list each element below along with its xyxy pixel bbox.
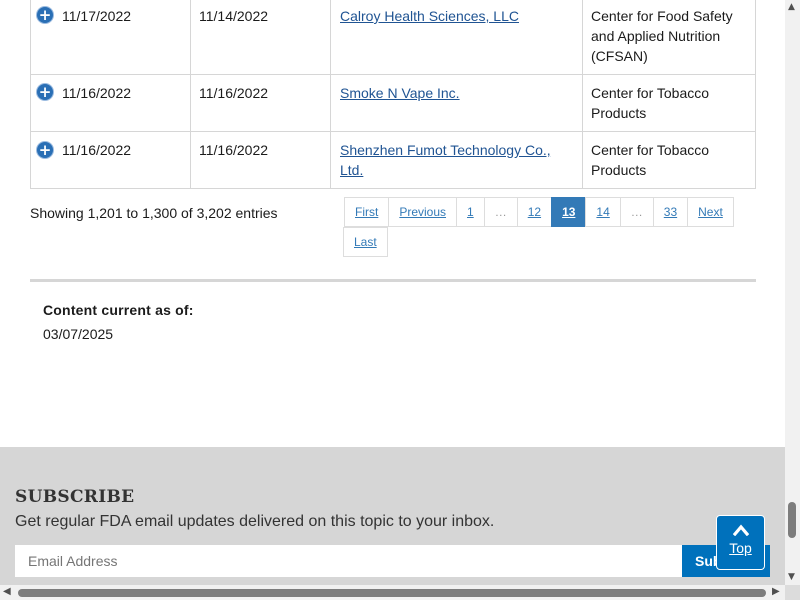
scroll-up-arrow-icon[interactable]: ▲ — [788, 2, 795, 12]
scrollbar-corner — [785, 585, 800, 600]
section-divider — [30, 279, 756, 282]
vertical-scrollbar-thumb[interactable] — [788, 502, 796, 538]
expand-row-icon[interactable]: + — [37, 7, 53, 23]
table-row: + 11/16/2022 11/16/2022 Smoke N Vape Inc… — [30, 74, 756, 132]
page-13-button-current[interactable]: 13 — [551, 197, 587, 227]
page-viewport: + 11/17/2022 11/14/2022 Calroy Health Sc… — [0, 0, 785, 585]
subscribe-section: SUBSCRIBE Get regular FDA email updates … — [0, 447, 785, 585]
letter-issue-date-cell: 11/16/2022 — [190, 74, 330, 131]
issuing-office: Center for Food Safety and Applied Nutri… — [591, 8, 733, 64]
company-link[interactable]: Smoke N Vape Inc. — [340, 83, 460, 103]
company-cell: Calroy Health Sciences, LLC — [330, 0, 582, 74]
back-to-top-button[interactable]: Top — [716, 515, 765, 570]
page-next-button[interactable]: Next — [687, 197, 734, 227]
horizontal-scrollbar-thumb[interactable] — [18, 589, 766, 597]
page-ellipsis: … — [619, 197, 654, 227]
page-14-button[interactable]: 14 — [585, 197, 621, 227]
issuing-office: Center for Tobacco Products — [591, 142, 710, 178]
page-12-button[interactable]: 12 — [516, 197, 553, 227]
letter-issue-date-cell: 11/14/2022 — [190, 0, 330, 74]
issuing-office-cell: Center for Tobacco Products — [582, 74, 756, 131]
date-posted-cell: + 11/16/2022 — [30, 74, 190, 131]
page-1-button[interactable]: 1 — [456, 197, 485, 227]
date-posted-cell: + 11/16/2022 — [30, 131, 190, 188]
expand-row-icon[interactable]: + — [37, 142, 53, 158]
scroll-left-arrow-icon[interactable]: ◀ — [3, 586, 11, 597]
subscribe-title: SUBSCRIBE — [15, 487, 135, 507]
scroll-right-arrow-icon[interactable]: ▶ — [772, 586, 780, 597]
page-last-button[interactable]: Last — [343, 227, 388, 257]
table-row: + 11/17/2022 11/14/2022 Calroy Health Sc… — [30, 0, 756, 75]
pagination: First Previous 1 … 12 13 14 … 33 Next — [344, 197, 734, 227]
subscribe-description: Get regular FDA email updates delivered … — [15, 513, 495, 530]
company-cell: Smoke N Vape Inc. — [330, 74, 582, 131]
vertical-scrollbar[interactable]: ▲ ▼ — [785, 0, 800, 585]
page-previous-button[interactable]: Previous — [388, 197, 458, 227]
date-posted: 11/16/2022 — [62, 142, 132, 158]
table-row: + 11/16/2022 11/16/2022 Shenzhen Fumot T… — [30, 131, 756, 189]
issuing-office-cell: Center for Tobacco Products — [582, 131, 756, 188]
email-address-input[interactable] — [15, 545, 683, 577]
issuing-office-cell: Center for Food Safety and Applied Nutri… — [582, 0, 756, 74]
company-link[interactable]: Calroy Health Sciences, LLC — [340, 6, 519, 26]
date-posted: 11/17/2022 — [62, 8, 132, 24]
date-posted-cell: + 11/17/2022 — [30, 0, 190, 74]
page-33-button[interactable]: 33 — [652, 197, 689, 227]
page-ellipsis: … — [483, 197, 518, 227]
issuing-office: Center for Tobacco Products — [591, 85, 710, 121]
letter-issue-date-cell: 11/16/2022 — [190, 131, 330, 188]
page-first-button[interactable]: First — [344, 197, 390, 227]
horizontal-scrollbar[interactable]: ◀ ▶ — [0, 585, 785, 600]
expand-row-icon[interactable]: + — [37, 84, 53, 100]
letter-issue-date: 11/14/2022 — [199, 8, 269, 24]
company-cell: Shenzhen Fumot Technology Co., Ltd. — [330, 131, 582, 188]
letter-issue-date: 11/16/2022 — [199, 85, 269, 101]
entries-info: Showing 1,201 to 1,300 of 3,202 entries — [30, 205, 278, 221]
letter-issue-date: 11/16/2022 — [199, 142, 269, 158]
content-current-label: Content current as of: — [43, 302, 194, 318]
chevron-up-icon — [717, 524, 764, 536]
date-posted: 11/16/2022 — [62, 85, 132, 101]
back-to-top-label: Top — [729, 540, 752, 556]
scroll-down-arrow-icon[interactable]: ▼ — [788, 572, 795, 582]
content-current-date: 03/07/2025 — [43, 326, 114, 342]
company-link[interactable]: Shenzhen Fumot Technology Co., Ltd. — [340, 140, 551, 180]
